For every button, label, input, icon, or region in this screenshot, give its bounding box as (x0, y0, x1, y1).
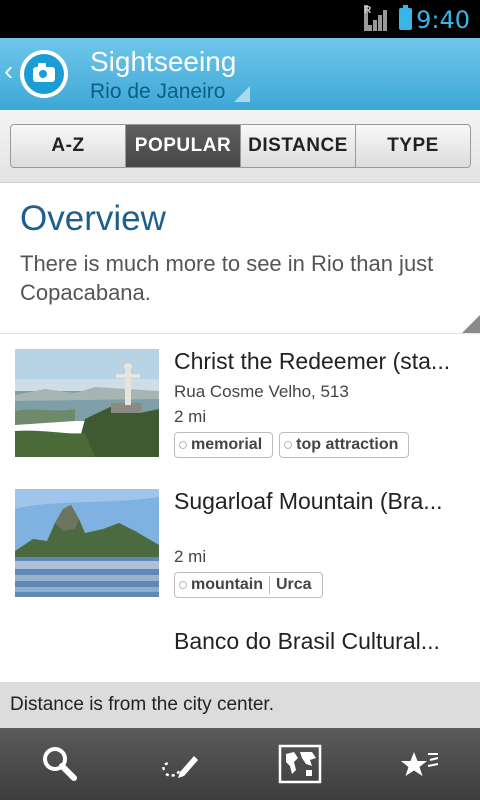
app-logo[interactable] (20, 50, 68, 98)
search-button[interactable] (0, 728, 120, 800)
tab-type[interactable]: TYPE (355, 125, 470, 167)
favorite-stars-icon (401, 752, 439, 776)
city-selector[interactable]: Rio de Janeiro (90, 80, 225, 104)
page-title: Sightseeing (90, 46, 237, 77)
tab-a-z[interactable]: A-Z (11, 125, 125, 167)
favorites-button[interactable] (360, 728, 480, 800)
status-bar: R 9:40 (0, 0, 480, 38)
tag-memorial[interactable]: memorial (174, 432, 274, 458)
signal-icon: R (364, 5, 388, 31)
battery-icon (399, 5, 412, 30)
item-distance: 2 mi (174, 407, 207, 426)
distance-note: Distance is from the city center. (0, 682, 480, 728)
dropdown-corner-icon (234, 86, 250, 102)
back-chevron-icon[interactable]: ‹ (4, 56, 13, 86)
map-button[interactable] (240, 728, 360, 800)
item-address: Rua Cosme Velho, 513 (174, 382, 349, 401)
expand-corner-icon (462, 315, 480, 333)
item-title: Sugarloaf Mountain (Bra... (174, 488, 443, 514)
item-title: Banco do Brasil Cultural... (174, 628, 440, 654)
item-title: Christ the Redeemer (sta... (174, 348, 451, 374)
list-item[interactable]: Christ the Redeemer (sta... Rua Cosme Ve… (0, 334, 480, 475)
search-icon (43, 747, 77, 781)
christ-redeemer-photo (15, 349, 159, 457)
overview-title: Overview (20, 199, 166, 238)
distance-note-text: Distance is from the city center. (10, 694, 274, 715)
tag-top-attraction[interactable]: top attraction (279, 432, 410, 458)
route-button[interactable] (120, 728, 240, 800)
sort-tabs-bar: A-Z POPULAR DISTANCE TYPE (0, 110, 480, 183)
tag-mountain-urca[interactable]: mountain Urca (174, 572, 323, 598)
action-bar: ‹ Sightseeing Rio de Janeiro (0, 38, 480, 110)
overview-text: There is much more to see in Rio than ju… (20, 251, 434, 305)
tab-distance[interactable]: DISTANCE (240, 125, 355, 167)
overview-card[interactable]: Overview There is much more to see in Ri… (0, 183, 480, 334)
list-item[interactable]: Sugarloaf Mountain (Bra... 2 mi mountain… (0, 474, 480, 615)
route-pencil-icon (162, 756, 198, 778)
status-time: 9:40 (416, 6, 470, 34)
item-distance: 2 mi (174, 547, 207, 566)
camera-icon (33, 63, 55, 82)
sugarloaf-photo (15, 489, 159, 597)
tab-popular[interactable]: POPULAR (125, 125, 240, 167)
list-item[interactable]: Banco do Brasil Cultural... (0, 614, 480, 682)
bottom-nav (0, 728, 480, 800)
world-map-icon (278, 744, 322, 784)
